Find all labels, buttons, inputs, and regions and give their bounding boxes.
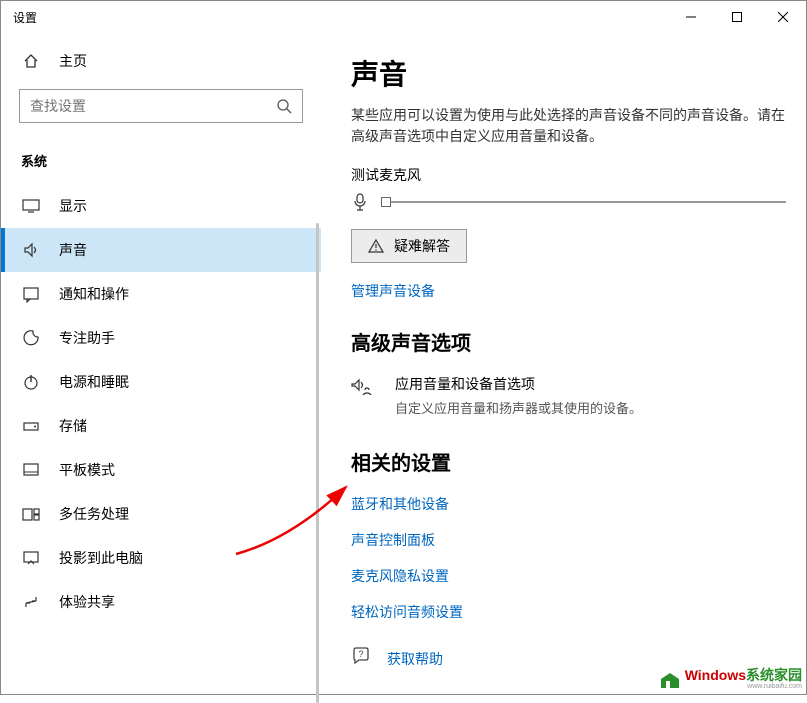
related-link-ease-audio[interactable]: 轻松访问音频设置 <box>351 602 786 622</box>
svg-text:?: ? <box>358 649 363 659</box>
watermark: Windows系统家园 www.ruibaifu.com <box>659 665 802 690</box>
sidebar-item-focus[interactable]: 专注助手 <box>1 316 321 360</box>
main-content: 声音 某些应用可以设置为使用与此处选择的声音设备不同的声音设备。请在高级声音选项… <box>321 33 806 694</box>
page-title: 声音 <box>351 53 786 93</box>
title-bar: 设置 <box>1 1 806 33</box>
sidebar-item-notifications[interactable]: 通知和操作 <box>1 272 321 316</box>
shared-icon <box>21 593 41 611</box>
sidebar-item-sound[interactable]: 声音 <box>1 228 321 272</box>
advanced-heading: 高级声音选项 <box>351 327 786 356</box>
sidebar-group-system: 系统 <box>1 143 321 184</box>
sidebar-item-label: 投影到此电脑 <box>59 548 143 568</box>
mic-test-row <box>351 193 786 211</box>
sidebar-item-multitask[interactable]: 多任务处理 <box>1 492 321 536</box>
maximize-button[interactable] <box>714 1 760 33</box>
home-button[interactable]: 主页 <box>1 41 321 81</box>
power-icon <box>21 373 41 391</box>
tablet-icon <box>21 461 41 479</box>
sidebar-item-label: 多任务处理 <box>59 504 129 524</box>
sidebar-item-projecting[interactable]: 投影到此电脑 <box>1 536 321 580</box>
close-button[interactable] <box>760 1 806 33</box>
troubleshoot-button[interactable]: 疑难解答 <box>351 229 467 263</box>
get-help-link[interactable]: 获取帮助 <box>387 649 443 669</box>
sidebar-item-storage[interactable]: 存储 <box>1 404 321 448</box>
related-link-sound-panel[interactable]: 声音控制面板 <box>351 530 786 550</box>
app-prefs-row[interactable]: 应用音量和设备首选项 自定义应用音量和扬声器或其使用的设备。 <box>351 374 786 417</box>
sidebar-item-label: 电源和睡眠 <box>59 372 129 392</box>
mic-level-bar <box>381 201 786 203</box>
test-mic-label: 测试麦克风 <box>351 165 786 185</box>
search-field[interactable] <box>30 98 276 114</box>
notifications-icon <box>21 285 41 303</box>
home-icon <box>21 53 41 69</box>
sidebar-item-power[interactable]: 电源和睡眠 <box>1 360 321 404</box>
watermark-text: Windows系统家园 <box>685 665 802 685</box>
app-prefs-title: 应用音量和设备首选项 <box>395 374 642 394</box>
window-controls <box>668 1 806 33</box>
related-link-mic-privacy[interactable]: 麦克风隐私设置 <box>351 566 786 586</box>
sidebar-scrollbar[interactable] <box>316 223 319 703</box>
search-icon <box>276 98 292 114</box>
watermark-logo-icon <box>659 670 681 690</box>
sidebar-item-tablet[interactable]: 平板模式 <box>1 448 321 492</box>
app-volume-icon <box>351 374 379 417</box>
sidebar-item-label: 平板模式 <box>59 460 115 480</box>
sound-icon <box>21 241 41 259</box>
help-icon: ? <box>351 646 371 671</box>
manage-devices-link[interactable]: 管理声音设备 <box>351 281 786 301</box>
home-label: 主页 <box>59 51 87 71</box>
sidebar-item-label: 体验共享 <box>59 592 115 612</box>
troubleshoot-label: 疑难解答 <box>394 236 450 256</box>
focus-icon <box>21 329 41 347</box>
page-description: 某些应用可以设置为使用与此处选择的声音设备不同的声音设备。请在高级声音选项中自定… <box>351 105 786 147</box>
app-prefs-subtitle: 自定义应用音量和扬声器或其使用的设备。 <box>395 398 642 417</box>
sidebar-item-label: 声音 <box>59 240 87 260</box>
minimize-button[interactable] <box>668 1 714 33</box>
sidebar-item-label: 存储 <box>59 416 87 436</box>
display-icon <box>21 197 41 215</box>
storage-icon <box>21 417 41 435</box>
window-title: 设置 <box>13 9 668 26</box>
multitask-icon <box>21 505 41 523</box>
sidebar-item-shared[interactable]: 体验共享 <box>1 580 321 624</box>
related-heading: 相关的设置 <box>351 447 786 476</box>
projecting-icon <box>21 549 41 567</box>
sidebar-item-label: 通知和操作 <box>59 284 129 304</box>
search-input[interactable] <box>19 89 303 123</box>
sidebar: 主页 系统 显示 声音 通知和操作 <box>1 33 321 694</box>
sidebar-item-display[interactable]: 显示 <box>1 184 321 228</box>
sidebar-item-label: 专注助手 <box>59 328 115 348</box>
sidebar-item-label: 显示 <box>59 196 87 216</box>
mic-icon <box>351 193 369 211</box>
related-link-bluetooth[interactable]: 蓝牙和其他设备 <box>351 494 786 514</box>
warning-icon <box>368 238 384 254</box>
